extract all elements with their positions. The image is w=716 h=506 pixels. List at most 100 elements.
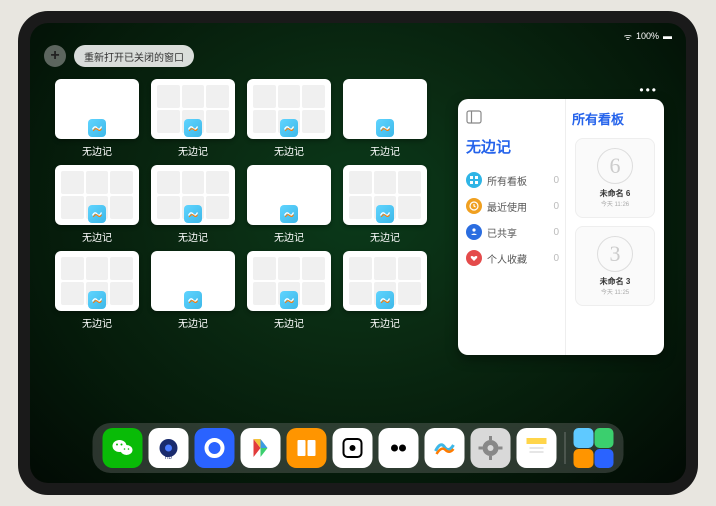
freeform-app-icon	[280, 119, 298, 137]
window-thumbnail[interactable]: 无边记	[54, 165, 140, 247]
grid-icon	[466, 172, 482, 188]
thumbnail-label: 无边记	[370, 229, 400, 244]
freeform-app-icon	[184, 119, 202, 137]
thumbnail-label: 无边记	[370, 315, 400, 330]
freeform-app-icon	[88, 205, 106, 223]
dock-app-books[interactable]	[287, 428, 327, 468]
thumbnail-label: 无边记	[274, 229, 304, 244]
window-thumbnail[interactable]: 无边记	[246, 79, 332, 161]
board-sketch: 3	[597, 236, 633, 272]
panel-right-title: 所有看板	[572, 109, 658, 128]
add-window-button[interactable]: +	[44, 45, 66, 67]
window-thumbnail[interactable]: 无边记	[150, 79, 236, 161]
window-grid: 无边记无边记无边记无边记无边记无边记无边记无边记无边记无边记无边记无边记	[54, 79, 428, 333]
board-card[interactable]: 6 未命名 6今天 11:26	[575, 138, 655, 218]
dock-app-quark[interactable]	[195, 428, 235, 468]
screen: ᯤ 100% ▬ + 重新打开已关闭的窗口 无边记无边记无边记无边记无边记无边记…	[30, 23, 686, 483]
filter-count: 0	[553, 201, 559, 212]
window-thumbnail[interactable]: 无边记	[342, 79, 428, 161]
battery-label: 100%	[636, 31, 659, 41]
share-icon	[466, 224, 482, 240]
thumbnail-preview	[151, 165, 235, 225]
heart-icon	[466, 250, 482, 266]
ipad-frame: ᯤ 100% ▬ + 重新打开已关闭的窗口 无边记无边记无边记无边记无边记无边记…	[18, 11, 698, 495]
filter-count: 0	[553, 175, 559, 186]
window-thumbnail[interactable]: 无边记	[54, 251, 140, 333]
thumbnail-label: 无边记	[82, 143, 112, 158]
thumbnail-label: 无边记	[178, 229, 208, 244]
dock-app-dice[interactable]	[333, 428, 373, 468]
dock-app-play[interactable]	[241, 428, 281, 468]
freeform-side-panel[interactable]: ••• 无边记 所有看板0最近使用0已共享0个人收藏0 所有看板 6未命名 6今…	[458, 99, 664, 355]
thumbnail-preview	[343, 165, 427, 225]
freeform-app-icon	[376, 291, 394, 309]
status-bar: ᯤ 100% ▬	[30, 27, 686, 45]
window-thumbnail[interactable]: 无边记	[246, 165, 332, 247]
thumbnail-preview	[247, 251, 331, 311]
dock-recent-apps[interactable]	[574, 428, 614, 468]
filter-count: 0	[553, 227, 559, 238]
window-thumbnail[interactable]: 无边记	[342, 251, 428, 333]
thumbnail-preview	[55, 79, 139, 139]
freeform-app-icon	[376, 119, 394, 137]
filter-label: 已共享	[487, 225, 517, 240]
freeform-app-icon	[88, 291, 106, 309]
freeform-app-icon	[88, 119, 106, 137]
ellipsis-icon[interactable]: •••	[639, 83, 658, 97]
dock-app-settings[interactable]	[471, 428, 511, 468]
battery-icon: ▬	[663, 31, 672, 41]
thumbnail-label: 无边记	[274, 143, 304, 158]
dock-divider	[565, 432, 566, 464]
thumbnail-preview	[343, 251, 427, 311]
filter-count: 0	[553, 253, 559, 264]
board-name: 未命名 6	[600, 188, 631, 199]
reopen-closed-window-button[interactable]: 重新打开已关闭的窗口	[74, 45, 194, 67]
thumbnail-preview	[343, 79, 427, 139]
filter-clock[interactable]: 最近使用 0	[466, 193, 559, 219]
board-name: 未命名 3	[600, 276, 631, 287]
window-thumbnail[interactable]: 无边记	[342, 165, 428, 247]
window-thumbnail[interactable]: 无边记	[54, 79, 140, 161]
thumbnail-label: 无边记	[370, 143, 400, 158]
dock-app-camera-x[interactable]	[379, 428, 419, 468]
window-thumbnail[interactable]: 无边记	[150, 251, 236, 333]
freeform-app-icon	[184, 291, 202, 309]
topbar: + 重新打开已关闭的窗口	[44, 45, 194, 67]
thumbnail-label: 无边记	[178, 143, 208, 158]
thumbnail-preview	[247, 79, 331, 139]
freeform-app-icon	[184, 205, 202, 223]
dock: HD	[93, 423, 624, 473]
thumbnail-preview	[151, 251, 235, 311]
filter-share[interactable]: 已共享 0	[466, 219, 559, 245]
clock-icon	[466, 198, 482, 214]
dock-app-notes[interactable]	[517, 428, 557, 468]
filter-label: 最近使用	[487, 199, 527, 214]
filter-heart[interactable]: 个人收藏 0	[466, 245, 559, 271]
thumbnail-preview	[55, 251, 139, 311]
dock-app-quark-hd[interactable]: HD	[149, 428, 189, 468]
panel-sidebar: 无边记 所有看板0 最近使用 0 已共享 0 个人收藏 0	[458, 99, 566, 355]
thumbnail-label: 无边记	[274, 315, 304, 330]
thumbnail-label: 无边记	[82, 229, 112, 244]
window-thumbnail[interactable]: 无边记	[246, 251, 332, 333]
thumbnail-preview	[151, 79, 235, 139]
svg-text:HD: HD	[165, 455, 173, 461]
dock-app-wechat[interactable]	[103, 428, 143, 468]
dock-app-freeform[interactable]	[425, 428, 465, 468]
filter-label: 个人收藏	[487, 251, 527, 266]
window-thumbnail[interactable]: 无边记	[150, 165, 236, 247]
thumbnail-preview	[247, 165, 331, 225]
board-timestamp: 今天 11:25	[601, 287, 629, 296]
panel-title: 无边记	[466, 136, 559, 157]
sidebar-toggle-icon[interactable]	[466, 109, 482, 125]
board-card[interactable]: 3 未命名 3今天 11:25	[575, 226, 655, 306]
wifi-icon: ᯤ	[624, 30, 632, 43]
board-sketch: 6	[597, 148, 633, 184]
thumbnail-preview	[55, 165, 139, 225]
filter-grid[interactable]: 所有看板0	[466, 167, 559, 193]
thumbnail-label: 无边记	[82, 315, 112, 330]
board-timestamp: 今天 11:26	[601, 199, 629, 208]
freeform-app-icon	[280, 205, 298, 223]
thumbnail-label: 无边记	[178, 315, 208, 330]
freeform-app-icon	[280, 291, 298, 309]
